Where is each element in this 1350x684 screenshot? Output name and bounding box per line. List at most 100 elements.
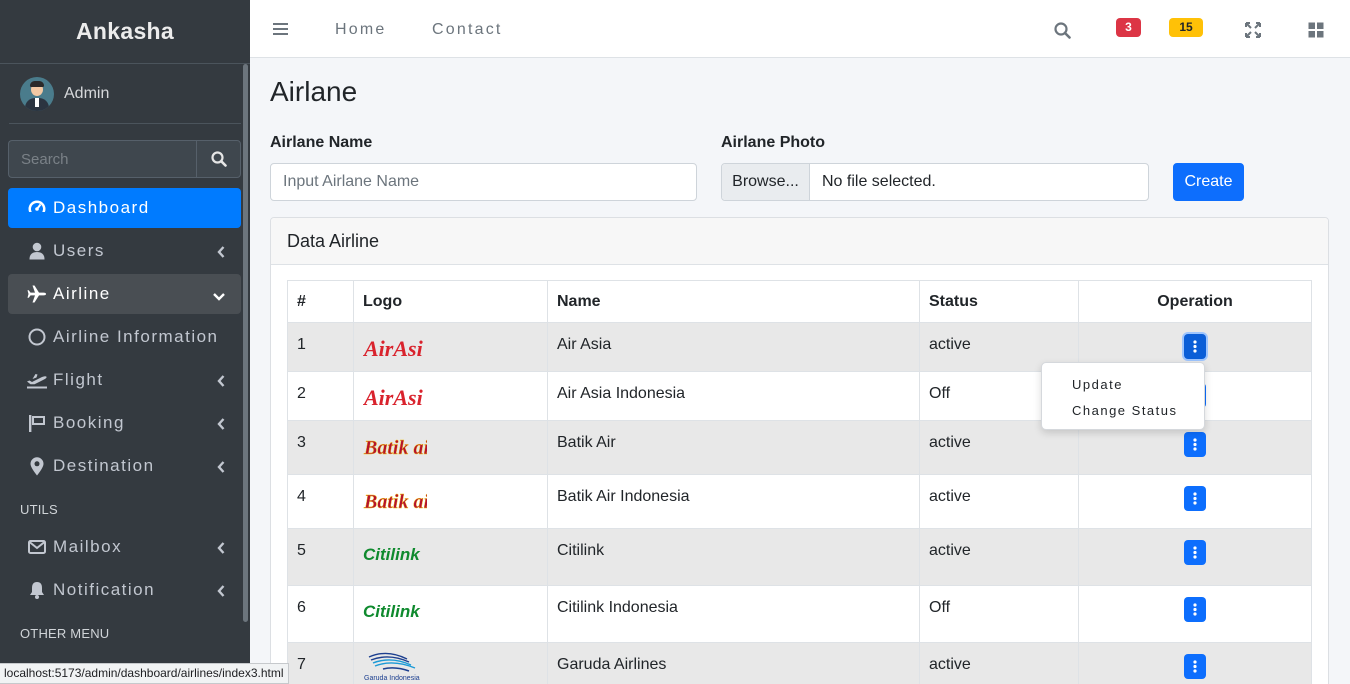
operation-menu-button[interactable] xyxy=(1184,597,1206,622)
user-icon xyxy=(26,242,48,260)
operation-menu-button[interactable] xyxy=(1184,334,1206,359)
sidebar-item-flight[interactable]: Flight xyxy=(8,360,241,400)
page-title: Airlane xyxy=(270,76,358,107)
search-icon[interactable] xyxy=(1054,22,1071,44)
airline-name: Batik Air xyxy=(547,420,920,475)
chevron-down-icon xyxy=(213,286,225,306)
airline-status: Off xyxy=(919,585,1079,643)
chevron-left-icon xyxy=(217,539,225,559)
chevron-left-icon xyxy=(217,415,225,435)
airline-name: Air Asia Indonesia xyxy=(547,371,920,421)
sidebar-scrollbar[interactable] xyxy=(243,64,248,622)
chevron-left-icon xyxy=(217,372,225,392)
sidebar-item-notification[interactable]: Notification xyxy=(8,570,241,610)
kebab-menu-icon xyxy=(1193,603,1197,616)
airline-status: active xyxy=(919,528,1079,586)
column-header-name: Name xyxy=(547,280,920,323)
sidebar-item-label: Airline xyxy=(53,284,111,303)
airline-name: Air Asia xyxy=(547,322,920,372)
airline-logo: Batik air xyxy=(353,474,548,529)
sidebar-item-label: Users xyxy=(53,241,105,260)
table-row: 7 Garuda Indonesia Garuda Airlines activ… xyxy=(287,642,1312,684)
row-number: 1 xyxy=(287,322,354,372)
airline-name: Citilink Indonesia xyxy=(547,585,920,643)
sidebar-item-mailbox[interactable]: Mailbox xyxy=(8,527,241,567)
sidebar-item-label: Booking xyxy=(53,413,125,432)
airline-logo: Garuda Indonesia xyxy=(353,642,548,684)
envelope-icon xyxy=(26,540,48,554)
logo-text: AirAsia xyxy=(363,385,423,410)
menu-item-change-status[interactable]: Change Status xyxy=(1072,403,1178,418)
airline-logo: Batik air xyxy=(353,420,548,475)
operation-cell xyxy=(1078,528,1312,586)
notifications-badge[interactable]: 15 xyxy=(1169,18,1203,37)
operation-cell xyxy=(1078,585,1312,643)
file-status: No file selected. xyxy=(822,173,936,190)
sidebar-item-label: Airline Information xyxy=(53,327,219,346)
operation-menu-button[interactable] xyxy=(1184,432,1206,457)
top-navbar: Home Contact 3 15 xyxy=(250,0,1350,58)
map-marker-icon xyxy=(26,456,48,476)
bell-icon xyxy=(26,581,48,599)
airline-logo: AirAsia xyxy=(353,371,548,421)
airlane-photo-file-input[interactable]: Browse... No file selected. xyxy=(721,163,1149,201)
table-row: 4 Batik air Batik Air Indonesia active xyxy=(287,474,1312,529)
airlane-photo-label: Airlane Photo xyxy=(721,134,826,151)
create-button[interactable]: Create xyxy=(1173,163,1244,201)
brand-name[interactable]: Ankasha xyxy=(76,18,174,45)
sidebar-item-airline-information[interactable]: Airline Information xyxy=(8,317,241,357)
row-number: 2 xyxy=(287,371,354,421)
table-row: 5 Citilink Citilink active xyxy=(287,528,1312,586)
fullscreen-icon[interactable] xyxy=(1245,22,1261,43)
logo-text: AirAsia xyxy=(363,336,423,361)
brand[interactable]: Ankasha xyxy=(0,0,250,64)
column-header-logo: Logo xyxy=(353,280,548,323)
row-number: 6 xyxy=(287,585,354,643)
browser-status-url: localhost:5173/admin/dashboard/airlines/… xyxy=(0,663,289,684)
kebab-menu-icon xyxy=(1193,492,1197,505)
sidebar-item-destination[interactable]: Destination xyxy=(8,446,241,486)
kebab-menu-icon xyxy=(1193,660,1197,673)
sidebar-search-button[interactable] xyxy=(196,140,241,178)
table-header-row: # Logo Name Status Operation xyxy=(287,280,1312,323)
user-panel[interactable]: Admin xyxy=(9,64,241,124)
sidebar-item-dashboard[interactable]: Dashboard xyxy=(8,188,241,228)
plane-departure-icon xyxy=(26,371,48,389)
grid-icon[interactable] xyxy=(1308,22,1324,43)
chevron-left-icon xyxy=(217,582,225,602)
operation-cell xyxy=(1078,642,1312,684)
plane-icon xyxy=(26,285,48,303)
messages-badge[interactable]: 3 xyxy=(1116,18,1141,37)
nav-link-contact[interactable]: Contact xyxy=(432,21,503,39)
airlane-name-label: Airlane Name xyxy=(270,134,373,151)
card-title: Data Airline xyxy=(271,218,1328,265)
hamburger-menu-icon[interactable] xyxy=(273,22,289,41)
operation-menu-button[interactable] xyxy=(1184,540,1206,565)
sidebar-search-input[interactable] xyxy=(8,140,196,178)
airlane-name-input[interactable] xyxy=(270,163,697,201)
sidebar-nav: Dashboard Users Airline Airline Informat… xyxy=(0,188,250,651)
airline-logo: AirAsia xyxy=(353,322,548,372)
row-number: 3 xyxy=(287,420,354,475)
flag-icon xyxy=(26,414,48,432)
avatar[interactable] xyxy=(20,76,54,111)
user-name[interactable]: Admin xyxy=(64,85,109,103)
logo-text: Batik air xyxy=(363,437,427,459)
browse-button[interactable]: Browse... xyxy=(722,164,810,200)
sidebar-item-airline[interactable]: Airline xyxy=(8,274,241,314)
search-icon xyxy=(210,151,227,167)
sidebar: Ankasha Admin Dashboard Users xyxy=(0,0,250,684)
airline-name: Garuda Airlines xyxy=(547,642,920,684)
sidebar-item-booking[interactable]: Booking xyxy=(8,403,241,443)
logo-text: Citilink xyxy=(363,602,421,621)
operation-menu-button[interactable] xyxy=(1184,654,1206,679)
operation-menu-button[interactable] xyxy=(1184,486,1206,511)
nav-link-home[interactable]: Home xyxy=(335,21,386,39)
menu-item-update[interactable]: Update xyxy=(1072,377,1123,392)
sidebar-item-users[interactable]: Users xyxy=(8,231,241,271)
logo-text: Citilink xyxy=(363,545,421,564)
sidebar-item-label: Mailbox xyxy=(53,537,123,556)
column-header-number: # xyxy=(287,280,354,323)
operation-cell xyxy=(1078,474,1312,529)
kebab-menu-icon xyxy=(1193,438,1197,451)
